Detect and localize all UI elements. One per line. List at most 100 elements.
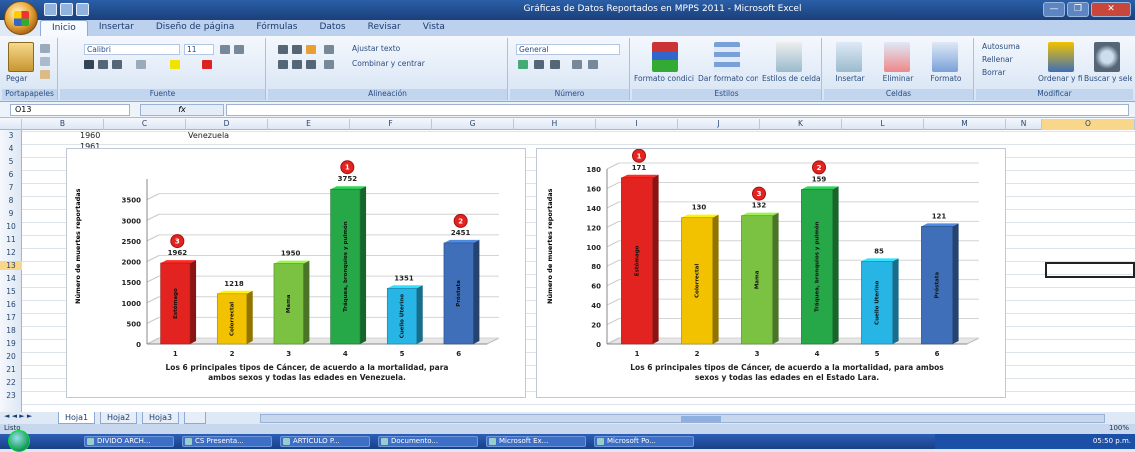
row-header[interactable]: 18 (0, 326, 22, 335)
paste-button[interactable]: Pegar (4, 74, 34, 85)
sheet-tab-hoja1[interactable]: Hoja1 (58, 412, 96, 424)
conditional-format-icon[interactable] (652, 42, 678, 72)
cell-styles-icon[interactable] (776, 42, 802, 72)
underline-icon[interactable] (112, 60, 122, 69)
borders-icon[interactable] (136, 60, 146, 69)
column-header-k[interactable]: K (760, 119, 842, 130)
sheet-tab-hoja2[interactable]: Hoja2 (100, 412, 138, 424)
taskbar-button[interactable]: Microsoft Ex... (486, 436, 586, 447)
office-button[interactable] (4, 1, 38, 35)
taskbar-button[interactable]: Documento... (378, 436, 478, 447)
increase-decimal-icon[interactable] (572, 60, 582, 69)
align-left-icon[interactable] (278, 60, 288, 69)
row-header[interactable]: 19 (0, 339, 22, 348)
column-header-f[interactable]: F (350, 119, 432, 130)
insert-sheet-icon[interactable] (184, 412, 206, 424)
taskbar-button[interactable]: CS Presenta... (182, 436, 272, 447)
minimize-button[interactable]: — (1043, 2, 1065, 17)
fill-color-icon[interactable] (170, 60, 180, 69)
format-table-button[interactable]: Dar formato como tabla (696, 74, 758, 85)
tab-vista[interactable]: Vista (412, 20, 456, 36)
chart-venezuela[interactable]: 0 500 1000 1500 2000 2500 3000 3500 1962 Estómago… (66, 148, 526, 398)
row-header[interactable]: 4 (0, 144, 22, 153)
cell-b3[interactable]: 1960 (80, 131, 100, 140)
align-middle-icon[interactable] (292, 45, 302, 54)
thousands-icon[interactable] (550, 60, 560, 69)
wrap-text-button[interactable]: Ajustar texto (350, 44, 430, 55)
fx-button[interactable]: fx (140, 104, 224, 116)
zoom-level[interactable]: 100% (1109, 424, 1129, 432)
tab-datos[interactable]: Datos (308, 20, 356, 36)
sheet-tab-hoja3[interactable]: Hoja3 (142, 412, 180, 424)
insert-cells-icon[interactable] (836, 42, 862, 72)
sheet-nav-icon[interactable]: ◄ ◄ ► ► (4, 412, 32, 420)
autosum-button[interactable]: Autosuma (980, 42, 1036, 53)
undo-icon[interactable] (60, 3, 73, 16)
column-header-g[interactable]: G (432, 119, 514, 130)
column-header-b[interactable]: B (22, 119, 104, 130)
currency-icon[interactable] (518, 60, 528, 69)
row-header[interactable]: 23 (0, 391, 22, 400)
worksheet[interactable]: B C D E F G H I J K L M N O 3 4 5 6 7 8 … (0, 118, 1135, 412)
format-cells-button[interactable]: Formato (922, 74, 968, 85)
orientation-icon[interactable] (324, 45, 334, 54)
row-header[interactable]: 7 (0, 183, 22, 192)
tab-formulas[interactable]: Fórmulas (245, 20, 308, 36)
save-icon[interactable] (44, 3, 57, 16)
font-size-select[interactable]: 11 (184, 44, 214, 55)
delete-cells-icon[interactable] (884, 42, 910, 72)
insert-cells-button[interactable]: Insertar (826, 74, 872, 85)
format-painter-icon[interactable] (40, 70, 50, 79)
selected-cell-o13[interactable] (1045, 262, 1135, 278)
find-select-button[interactable]: Buscar y seleccionar (1082, 74, 1132, 85)
tab-diseno-pagina[interactable]: Diseño de página (145, 20, 246, 36)
scroll-thumb[interactable] (681, 416, 721, 422)
name-box[interactable]: O13 (10, 104, 130, 116)
row-header[interactable]: 3 (0, 131, 22, 140)
font-color-icon[interactable] (202, 60, 212, 69)
taskbar-button[interactable]: ARTÍCULO P... (280, 436, 370, 447)
bold-icon[interactable] (84, 60, 94, 69)
tab-revisar[interactable]: Revisar (357, 20, 412, 36)
row-header[interactable]: 16 (0, 300, 22, 309)
grow-font-icon[interactable] (220, 45, 230, 54)
conditional-format-button[interactable]: Formato condicional (632, 74, 694, 85)
align-bottom-icon[interactable] (306, 45, 316, 54)
corner-select-all[interactable] (0, 119, 22, 130)
row-header[interactable]: 22 (0, 378, 22, 387)
italic-icon[interactable] (98, 60, 108, 69)
row-header[interactable]: 11 (0, 235, 22, 244)
column-header-j[interactable]: J (678, 119, 760, 130)
row-header[interactable]: 21 (0, 365, 22, 374)
maximize-button[interactable]: ❐ (1067, 2, 1089, 17)
row-header[interactable]: 15 (0, 287, 22, 296)
delete-cells-button[interactable]: Eliminar (874, 74, 920, 85)
column-header-h[interactable]: H (514, 119, 596, 130)
row-header[interactable]: 12 (0, 248, 22, 257)
percent-icon[interactable] (534, 60, 544, 69)
column-header-c[interactable]: C (104, 119, 186, 130)
column-header-n[interactable]: N (1006, 119, 1042, 130)
redo-icon[interactable] (76, 3, 89, 16)
cell-d3[interactable]: Venezuela (188, 131, 229, 140)
font-name-select[interactable]: Calibri (84, 44, 180, 55)
paste-icon[interactable] (8, 42, 34, 72)
align-right-icon[interactable] (306, 60, 316, 69)
taskbar-button[interactable]: Microsoft Po... (594, 436, 694, 447)
tab-insertar[interactable]: Insertar (88, 20, 145, 36)
row-header[interactable]: 14 (0, 274, 22, 283)
cell-styles-button[interactable]: Estilos de celda (760, 74, 820, 85)
find-select-icon[interactable] (1094, 42, 1120, 72)
merge-center-button[interactable]: Combinar y centrar (350, 59, 450, 70)
sort-filter-button[interactable]: Ordenar y filtrar (1036, 74, 1082, 85)
number-format-select[interactable]: General (516, 44, 620, 55)
column-header-o[interactable]: O (1042, 119, 1135, 130)
column-header-e[interactable]: E (268, 119, 350, 130)
row-header[interactable]: 8 (0, 196, 22, 205)
close-button[interactable]: ✕ (1091, 2, 1131, 17)
row-header[interactable]: 10 (0, 222, 22, 231)
row-header[interactable]: 17 (0, 313, 22, 322)
sort-filter-icon[interactable] (1048, 42, 1074, 72)
clear-button[interactable]: Borrar (980, 68, 1036, 79)
taskbar-button[interactable]: DIVIDO ARCH... (84, 436, 174, 447)
